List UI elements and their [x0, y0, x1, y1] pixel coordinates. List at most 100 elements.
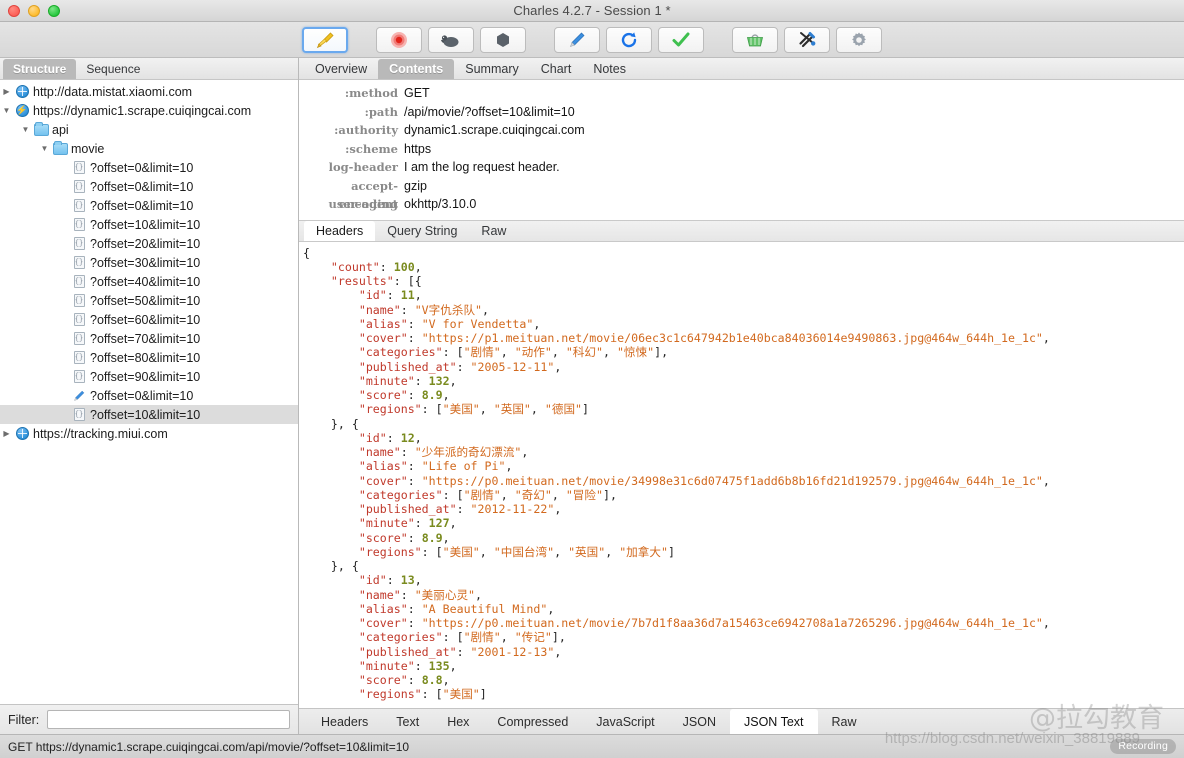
json-document-icon: {} — [74, 237, 85, 250]
response-subtab-headers[interactable]: Headers — [307, 709, 382, 734]
compose-button[interactable] — [554, 27, 600, 53]
tree-item-label: ?offset=0&limit=10 — [88, 180, 193, 194]
right-pane: Overview Contents Summary Chart Notes :m… — [299, 58, 1184, 734]
request-subtabs: HeadersQuery StringRaw — [299, 220, 1184, 242]
json-document-icon: {} — [74, 275, 85, 288]
json-document-icon: {} — [74, 218, 85, 231]
tools-button[interactable] — [784, 27, 830, 53]
tree-item[interactable]: ▶{}?offset=90&limit=10 — [0, 367, 298, 386]
tree-item[interactable]: ▼api — [0, 120, 298, 139]
header-value: GET — [404, 84, 430, 103]
tree-item-label: https://dynamic1.scrape.cuiqingcai.com — [31, 104, 251, 118]
tools-icon — [797, 30, 817, 50]
globe-icon — [16, 85, 29, 98]
tree-item[interactable]: ▶{}?offset=10&limit=10 — [0, 215, 298, 234]
tab-sequence[interactable]: Sequence — [76, 59, 150, 79]
tab-contents[interactable]: Contents — [378, 59, 454, 79]
tab-structure[interactable]: Structure — [3, 59, 76, 79]
recording-badge: Recording — [1110, 739, 1176, 754]
header-key: :scheme — [299, 140, 404, 159]
request-subtab-raw[interactable]: Raw — [469, 221, 518, 241]
tree-item[interactable]: ▼ movie — [0, 139, 298, 158]
gear-icon — [850, 31, 868, 49]
tab-notes[interactable]: Notes — [582, 59, 637, 79]
left-pane: Structure Sequence ▶http://data.mistat.x… — [0, 58, 299, 734]
tree-item-label: movie — [69, 142, 104, 156]
tab-overview[interactable]: Overview — [304, 59, 378, 79]
tree-item[interactable]: ▶https://tracking.miui.com — [0, 424, 298, 443]
filter-input[interactable] — [47, 710, 290, 729]
turtle-icon — [440, 32, 462, 48]
disclosure-triangle-expanded[interactable]: ▼ — [38, 144, 51, 153]
tree-item[interactable]: ▶?offset=0&limit=10 — [0, 386, 298, 405]
disclosure-triangle-expanded[interactable]: ▼ — [0, 106, 13, 115]
response-subtab-json[interactable]: JSON — [669, 709, 730, 734]
settings-button[interactable] — [836, 27, 882, 53]
tree-item[interactable]: ▶{}?offset=60&limit=10 — [0, 310, 298, 329]
tree-item-label: ?offset=90&limit=10 — [88, 370, 200, 384]
secure-lightning-icon: ⚡ — [16, 104, 29, 117]
tree-item[interactable]: ▶{}?offset=0&limit=10 — [0, 177, 298, 196]
response-subtab-text[interactable]: Text — [382, 709, 433, 734]
tree-item-label: ?offset=60&limit=10 — [88, 313, 200, 327]
close-button[interactable] — [8, 5, 20, 17]
tab-summary[interactable]: Summary — [454, 59, 529, 79]
header-value: /api/movie/?offset=10&limit=10 — [404, 103, 575, 122]
header-value: gzip — [404, 177, 427, 196]
start-stop-recording-button[interactable] — [376, 27, 422, 53]
tools-basket-button[interactable] — [732, 27, 778, 53]
validate-button[interactable] — [658, 27, 704, 53]
tree-item[interactable]: ▶http://data.mistat.xiaomi.com — [0, 82, 298, 101]
breakpoint-settings-button[interactable] — [480, 27, 526, 53]
globe-icon — [16, 427, 29, 440]
repeat-button[interactable] — [606, 27, 652, 53]
response-subtab-raw[interactable]: Raw — [818, 709, 871, 734]
response-subtab-hex[interactable]: Hex — [433, 709, 483, 734]
tree-item[interactable]: ▶{}?offset=0&limit=10 — [0, 158, 298, 177]
tree-item[interactable]: ▶{}?offset=40&limit=10 — [0, 272, 298, 291]
left-pane-tabs: Structure Sequence — [0, 58, 298, 80]
disclosure-triangle-expanded[interactable]: ▼ — [19, 125, 32, 134]
minimize-button[interactable] — [28, 5, 40, 17]
header-key: log-header — [299, 158, 404, 177]
response-subtab-compressed[interactable]: Compressed — [483, 709, 582, 734]
tree-item[interactable]: ▶{}?offset=20&limit=10 — [0, 234, 298, 253]
request-subtab-headers[interactable]: Headers — [304, 221, 375, 241]
tree-item[interactable]: ▼⚡https://dynamic1.scrape.cuiqingcai.com — [0, 101, 298, 120]
tree-item[interactable]: ▶{}?offset=10&limit=10 — [0, 405, 298, 424]
tree-item[interactable]: ▶{}?offset=80&limit=10 — [0, 348, 298, 367]
toolbar-group-extras — [729, 27, 885, 53]
status-text: GET https://dynamic1.scrape.cuiqingcai.c… — [8, 740, 409, 754]
session-tree[interactable]: ▶http://data.mistat.xiaomi.com▼⚡https://… — [0, 80, 298, 704]
response-subtab-json-text[interactable]: JSON Text — [730, 709, 818, 734]
zoom-button[interactable] — [48, 5, 60, 17]
clear-session-button[interactable] — [302, 27, 348, 53]
main-toolbar — [0, 22, 1184, 58]
json-text: { "count": 100, "results": [{ "id": 11, … — [303, 246, 1184, 702]
header-row: :authoritydynamic1.scrape.cuiqingcai.com — [299, 121, 1184, 140]
json-document-icon: {} — [74, 256, 85, 269]
tree-item-label: ?offset=10&limit=10 — [88, 408, 200, 422]
pen-icon — [72, 389, 86, 403]
tree-item-label: ?offset=0&limit=10 — [88, 199, 193, 213]
header-value: dynamic1.scrape.cuiqingcai.com — [404, 121, 585, 140]
disclosure-triangle-collapsed[interactable]: ▶ — [0, 87, 13, 96]
tree-item-label: ?offset=80&limit=10 — [88, 351, 200, 365]
tree-item-label: ?offset=20&limit=10 — [88, 237, 200, 251]
disclosure-triangle-collapsed[interactable]: ▶ — [0, 429, 13, 438]
tree-item[interactable]: ▶{}?offset=30&limit=10 — [0, 253, 298, 272]
tab-chart[interactable]: Chart — [530, 59, 583, 79]
header-value: okhttp/3.10.0 — [404, 195, 476, 214]
tree-item[interactable]: ▶{}?offset=0&limit=10 — [0, 196, 298, 215]
response-body-view[interactable]: { "count": 100, "results": [{ "id": 11, … — [299, 242, 1184, 709]
toolbar-group-tools — [551, 27, 707, 53]
hexagon-icon — [494, 31, 512, 49]
throttle-settings-button[interactable] — [428, 27, 474, 53]
right-pane-tabs: Overview Contents Summary Chart Notes — [299, 58, 1184, 80]
tree-item[interactable]: ▶{}?offset=50&limit=10 — [0, 291, 298, 310]
response-subtab-javascript[interactable]: JavaScript — [582, 709, 668, 734]
charles-window: Charles 4.2.7 - Session 1 * — [0, 0, 1184, 758]
request-subtab-query-string[interactable]: Query String — [375, 221, 469, 241]
toolbar-group-capture — [373, 27, 529, 53]
tree-item[interactable]: ▶{}?offset=70&limit=10 — [0, 329, 298, 348]
